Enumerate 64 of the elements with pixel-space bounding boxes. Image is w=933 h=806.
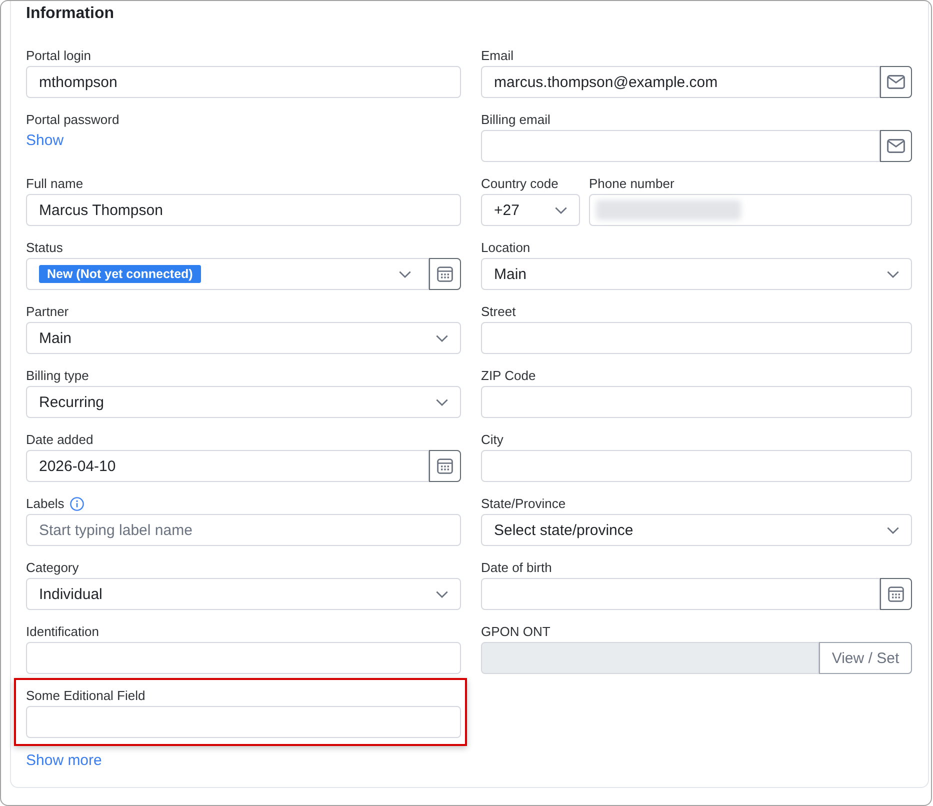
field-label: GPON ONT	[481, 624, 550, 640]
field-label: Location	[481, 240, 530, 256]
field-label: Country code	[481, 176, 558, 192]
status-badge: New (Not yet connected)	[39, 265, 201, 283]
section-title: Information	[26, 4, 115, 24]
field-label: Phone number	[589, 176, 674, 192]
text-field[interactable]: Marcus Thompson	[26, 194, 461, 226]
text-field[interactable]	[481, 386, 912, 418]
text-field[interactable]	[26, 642, 461, 674]
email-button[interactable]	[880, 130, 912, 162]
chevron-down-icon	[887, 526, 899, 534]
field-label: ZIP Code	[481, 368, 536, 384]
chevron-down-icon	[436, 590, 448, 598]
field-label: Email	[481, 48, 514, 64]
chevron-down-icon	[887, 270, 899, 278]
field-label: Full name	[26, 176, 84, 192]
calendar-icon	[437, 458, 453, 474]
field-label: Status	[26, 240, 63, 256]
email-field[interactable]	[481, 130, 880, 162]
dropdown[interactable]: Recurring	[26, 386, 461, 418]
field-label: Billing type	[26, 368, 89, 384]
field-label: Billing email	[481, 112, 550, 128]
status-dropdown[interactable]: New (Not yet connected)	[26, 258, 429, 290]
field-label: Portal password	[26, 112, 120, 128]
chevron-down-icon	[436, 398, 448, 406]
calendar-button[interactable]	[880, 578, 912, 610]
chevron-down-icon	[399, 270, 411, 278]
text-field[interactable]: mthompson	[26, 66, 461, 98]
field-label: Street	[481, 304, 516, 320]
chevron-down-icon	[555, 206, 567, 214]
field-label: Category	[26, 560, 79, 576]
field-label: Identification	[26, 624, 99, 640]
phone-field[interactable]	[589, 194, 912, 226]
email-field[interactable]: marcus.thompson@example.com	[481, 66, 880, 98]
show-more-link[interactable]: Show more	[26, 751, 102, 771]
email-button[interactable]	[880, 66, 912, 98]
calendar-button[interactable]	[429, 450, 461, 482]
field-label: City	[481, 432, 504, 448]
field-label: Date of birth	[481, 560, 552, 576]
dropdown[interactable]: Main	[481, 258, 912, 290]
field-label: Labels	[26, 496, 64, 512]
dropdown[interactable]: Individual	[26, 578, 461, 610]
text-field[interactable]	[481, 450, 912, 482]
calendar-icon	[888, 586, 904, 602]
field-label: Partner	[26, 304, 69, 320]
text-field[interactable]	[26, 706, 461, 738]
calendar-icon	[437, 266, 453, 282]
field-label: State/Province	[481, 496, 566, 512]
field-label: Date added	[26, 432, 94, 448]
chevron-down-icon	[436, 334, 448, 342]
dropdown[interactable]: Main	[26, 322, 461, 354]
envelope-icon	[887, 139, 905, 153]
show-password-link[interactable]: Show	[26, 131, 64, 151]
field-label: Portal login	[26, 48, 92, 64]
country-code-dropdown[interactable]: +27	[481, 194, 580, 226]
text-field[interactable]	[481, 322, 912, 354]
info-icon[interactable]	[70, 497, 84, 511]
envelope-icon	[887, 75, 905, 89]
text-field[interactable]: Start typing label name	[26, 514, 461, 546]
calendar-button[interactable]	[429, 258, 461, 290]
field-label: Some Editional Field	[26, 688, 146, 704]
date-field[interactable]	[481, 578, 880, 610]
date-field[interactable]: 2026-04-10	[26, 450, 429, 482]
dropdown[interactable]: Select state/province	[481, 514, 912, 546]
